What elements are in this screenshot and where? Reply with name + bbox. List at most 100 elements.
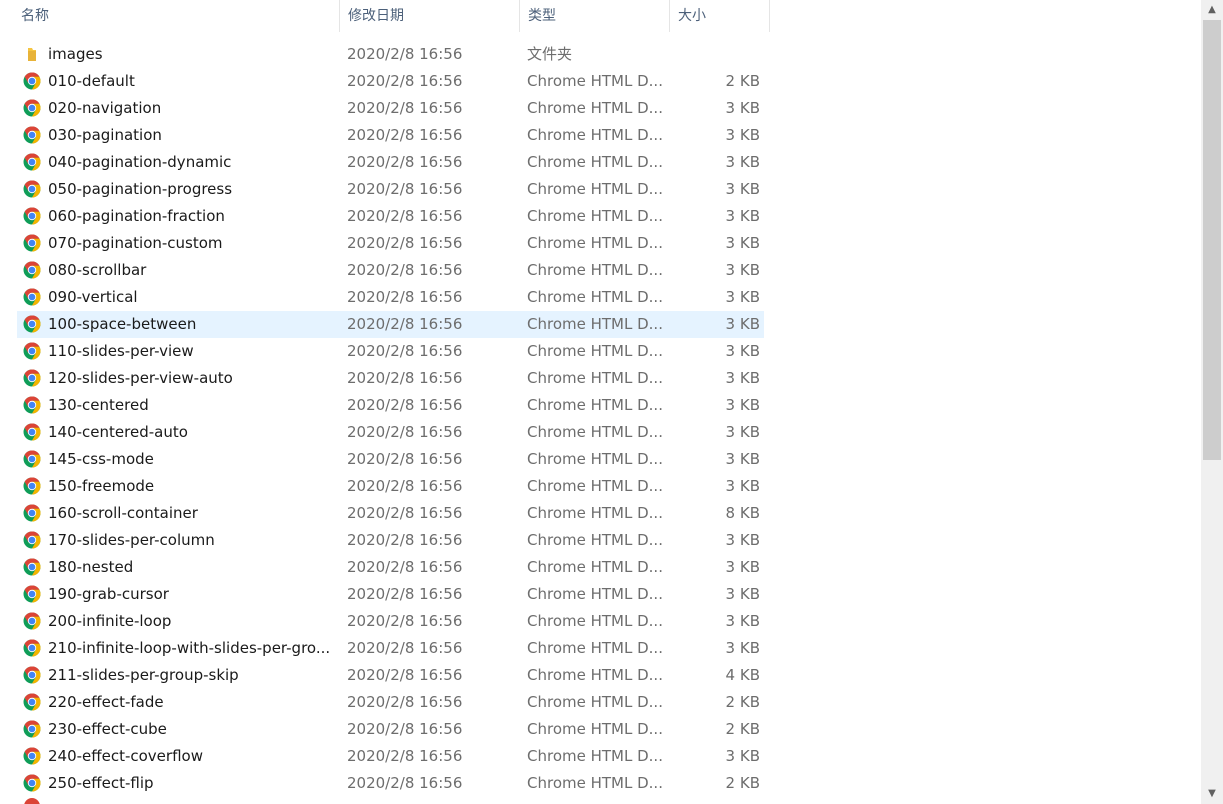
file-row[interactable]: images 2020/2/8 16:56 文件夹 [0, 41, 1201, 68]
file-row[interactable]: 170-slides-per-column 2020/2/8 16:56 Chrom… [0, 527, 1201, 554]
file-name: 211-slides-per-group-skip [48, 666, 239, 684]
file-row[interactable]: 230-effect-cube 2020/2/8 16:56 Chrome HTML… [0, 716, 1201, 743]
file-name: 090-vertical [48, 288, 138, 306]
file-date: 2020/2/8 16:56 [347, 342, 463, 360]
file-date: 2020/2/8 16:56 [347, 72, 463, 90]
file-name: 020-navigation [48, 99, 162, 117]
file-date: 2020/2/8 16:56 [347, 612, 463, 630]
column-header-name[interactable]: 名称 ^ [13, 0, 340, 32]
file-date: 2020/2/8 16:56 [347, 261, 463, 279]
chrome-icon [23, 72, 41, 90]
chrome-icon [23, 666, 41, 684]
file-row[interactable]: 070-pagination-custom 2020/2/8 16:56 Chrom… [0, 230, 1201, 257]
chrome-icon [23, 342, 41, 360]
file-date: 2020/2/8 16:56 [347, 720, 463, 738]
file-date: 2020/2/8 16:56 [347, 207, 463, 225]
file-date: 2020/2/8 16:56 [347, 477, 463, 495]
file-row[interactable]: 040-pagination-dynamic 2020/2/8 16:56 Chro… [0, 149, 1201, 176]
folder-icon [28, 48, 36, 61]
chrome-icon [23, 747, 41, 765]
file-size: 3 KB [725, 585, 760, 603]
file-type: Chrome HTML D... [527, 153, 663, 171]
file-row[interactable]: 060-pagination-fraction 2020/2/8 16:56 Chr… [0, 203, 1201, 230]
file-row[interactable]: 120-slides-per-view-auto 2020/2/8 16:56 Ch… [0, 365, 1201, 392]
file-name: 220-effect-fade [48, 693, 164, 711]
file-type: Chrome HTML D... [527, 612, 663, 630]
file-size: 3 KB [725, 180, 760, 198]
file-size: 3 KB [725, 261, 760, 279]
file-row[interactable]: 240-effect-coverflow 2020/2/8 16:56 Chrome… [0, 743, 1201, 770]
file-date: 2020/2/8 16:56 [347, 747, 463, 765]
file-row[interactable]: 100-space-between 2020/2/8 16:56 Chrome HT… [0, 311, 1201, 338]
column-header-type[interactable]: 类型 [520, 0, 670, 32]
file-type: Chrome HTML D... [527, 315, 663, 333]
column-header-type-label: 类型 [528, 8, 556, 24]
file-size [670, 41, 760, 68]
chrome-icon [23, 207, 41, 225]
scroll-down-arrow-icon[interactable]: ▼ [1201, 784, 1223, 804]
file-date: 2020/2/8 16:56 [347, 693, 463, 711]
file-row[interactable]: 010-default 2020/2/8 16:56 Chrome HTML D..… [0, 68, 1201, 95]
file-row[interactable]: 145-css-mode 2020/2/8 16:56 Chrome HTML D.… [0, 446, 1201, 473]
file-type: Chrome HTML D... [527, 99, 663, 117]
file-name: 190-grab-cursor [48, 585, 169, 603]
file-name: 140-centered-auto [48, 423, 188, 441]
file-row[interactable]: 250-effect-flip 2020/2/8 16:56 Chrome HTML… [0, 770, 1201, 797]
file-date: 2020/2/8 16:56 [347, 423, 463, 441]
file-date: 2020/2/8 16:56 [347, 450, 463, 468]
column-header-date[interactable]: 修改日期 [340, 0, 520, 32]
file-type: Chrome HTML D... [527, 747, 663, 765]
file-size: 3 KB [725, 612, 760, 630]
file-row[interactable]: 150-freemode 2020/2/8 16:56 Chrome HTML D.… [0, 473, 1201, 500]
file-row[interactable]: 090-vertical 2020/2/8 16:56 Chrome HTML D.… [0, 284, 1201, 311]
file-type: Chrome HTML D... [527, 126, 663, 144]
vertical-scrollbar[interactable]: ▲ ▼ [1201, 0, 1223, 804]
file-name: 100-space-between [48, 315, 197, 333]
file-type: Chrome HTML D... [527, 450, 663, 468]
file-date: 2020/2/8 16:56 [347, 531, 463, 549]
column-header-size-label: 大小 [678, 8, 706, 24]
file-list: images 2020/2/8 16:56 文件夹 010-default 2020/2… [0, 41, 1201, 797]
file-row[interactable]: 020-navigation 2020/2/8 16:56 Chrome HTML … [0, 95, 1201, 122]
file-row[interactable]: 130-centered 2020/2/8 16:56 Chrome HTML D.… [0, 392, 1201, 419]
file-row[interactable]: 220-effect-fade 2020/2/8 16:56 Chrome HTML… [0, 689, 1201, 716]
scroll-up-arrow-icon[interactable]: ▲ [1201, 0, 1223, 20]
file-row[interactable]: 050-pagination-progress 2020/2/8 16:56 Chr… [0, 176, 1201, 203]
file-date: 2020/2/8 16:56 [347, 315, 463, 333]
file-date: 2020/2/8 16:56 [347, 288, 463, 306]
chrome-icon [23, 423, 41, 441]
file-size: 3 KB [725, 639, 760, 657]
file-size: 3 KB [725, 342, 760, 360]
file-type: Chrome HTML D... [527, 288, 663, 306]
file-size: 8 KB [725, 504, 760, 522]
chrome-icon [23, 504, 41, 522]
scrollbar-thumb[interactable] [1203, 20, 1221, 460]
chrome-icon [23, 720, 41, 738]
file-date: 2020/2/8 16:56 [347, 99, 463, 117]
file-date: 2020/2/8 16:56 [347, 153, 463, 171]
file-row[interactable]: 200-infinite-loop 2020/2/8 16:56 Chrome HT… [0, 608, 1201, 635]
file-size: 3 KB [725, 558, 760, 576]
file-date: 2020/2/8 16:56 [347, 126, 463, 144]
file-row[interactable]: 211-slides-per-group-skip 2020/2/8 16:56 C… [0, 662, 1201, 689]
file-row[interactable]: 180-nested 2020/2/8 16:56 Chrome HTML D...… [0, 554, 1201, 581]
file-type: Chrome HTML D... [527, 504, 663, 522]
column-header-bar: 名称 ^ 修改日期 类型 大小 [0, 0, 1201, 32]
file-row[interactable]: 160-scroll-container 2020/2/8 16:56 Chrome… [0, 500, 1201, 527]
file-type: Chrome HTML D... [527, 666, 663, 684]
file-row[interactable]: 190-grab-cursor 2020/2/8 16:56 Chrome HTML… [0, 581, 1201, 608]
file-type: Chrome HTML D... [527, 585, 663, 603]
file-row[interactable]: 210-infinite-loop-with-slides-per-gro...… [0, 635, 1201, 662]
file-row[interactable]: 030-pagination 2020/2/8 16:56 Chrome HTML … [0, 122, 1201, 149]
column-header-size[interactable]: 大小 [670, 0, 770, 32]
file-size: 3 KB [725, 126, 760, 144]
chrome-icon [23, 288, 41, 306]
file-row[interactable]: 140-centered-auto 2020/2/8 16:56 Chrome HT… [0, 419, 1201, 446]
file-size: 3 KB [725, 288, 760, 306]
file-row[interactable]: 080-scrollbar 2020/2/8 16:56 Chrome HTML D… [0, 257, 1201, 284]
file-type: Chrome HTML D... [527, 477, 663, 495]
file-size: 3 KB [725, 369, 760, 387]
file-row[interactable]: 110-slides-per-view 2020/2/8 16:56 Chrome … [0, 338, 1201, 365]
file-date: 2020/2/8 16:56 [347, 558, 463, 576]
chrome-icon [23, 558, 41, 576]
